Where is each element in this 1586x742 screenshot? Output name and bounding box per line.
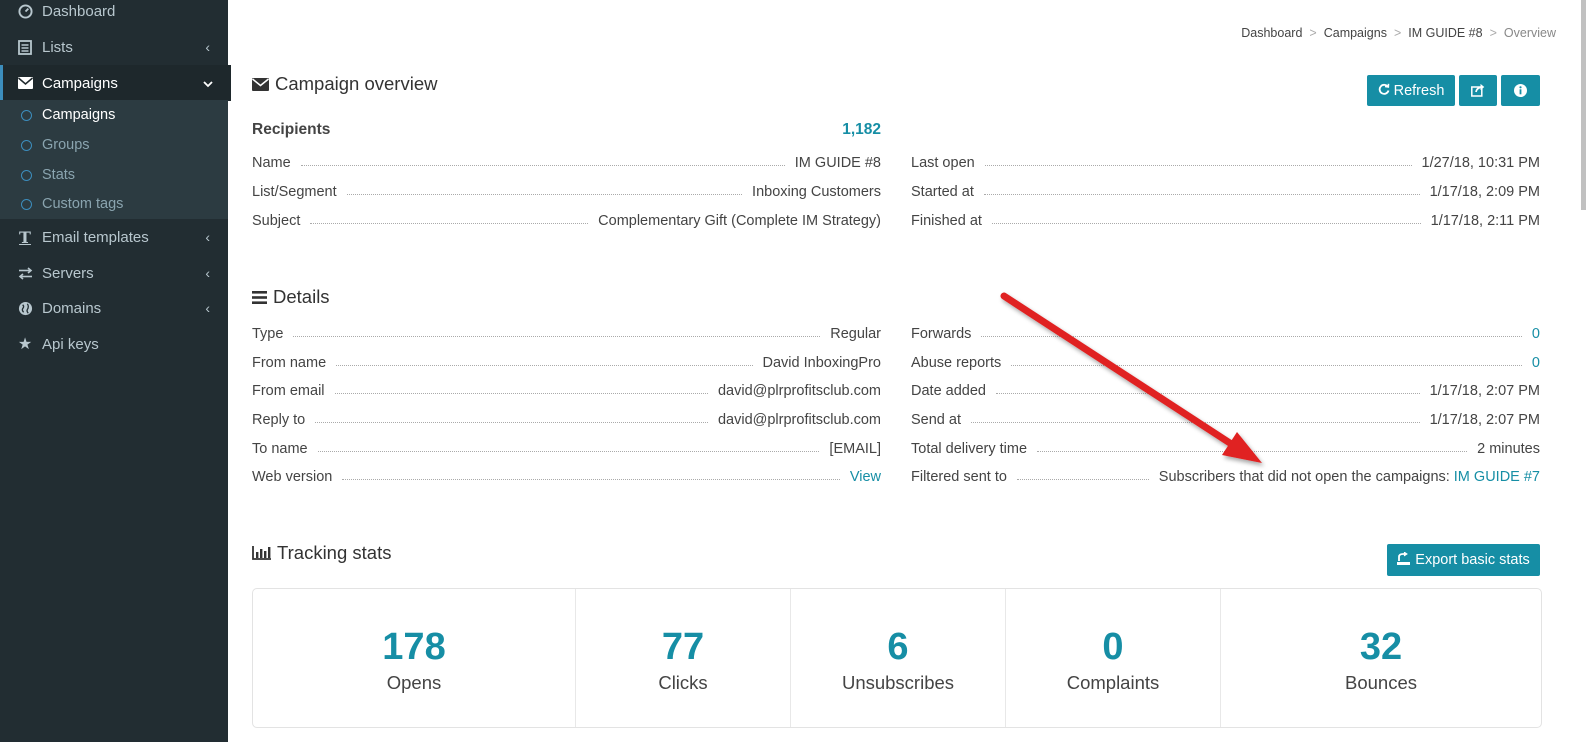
annotation-arrow [1000,292,1262,463]
scrollbar[interactable] [1581,0,1586,210]
